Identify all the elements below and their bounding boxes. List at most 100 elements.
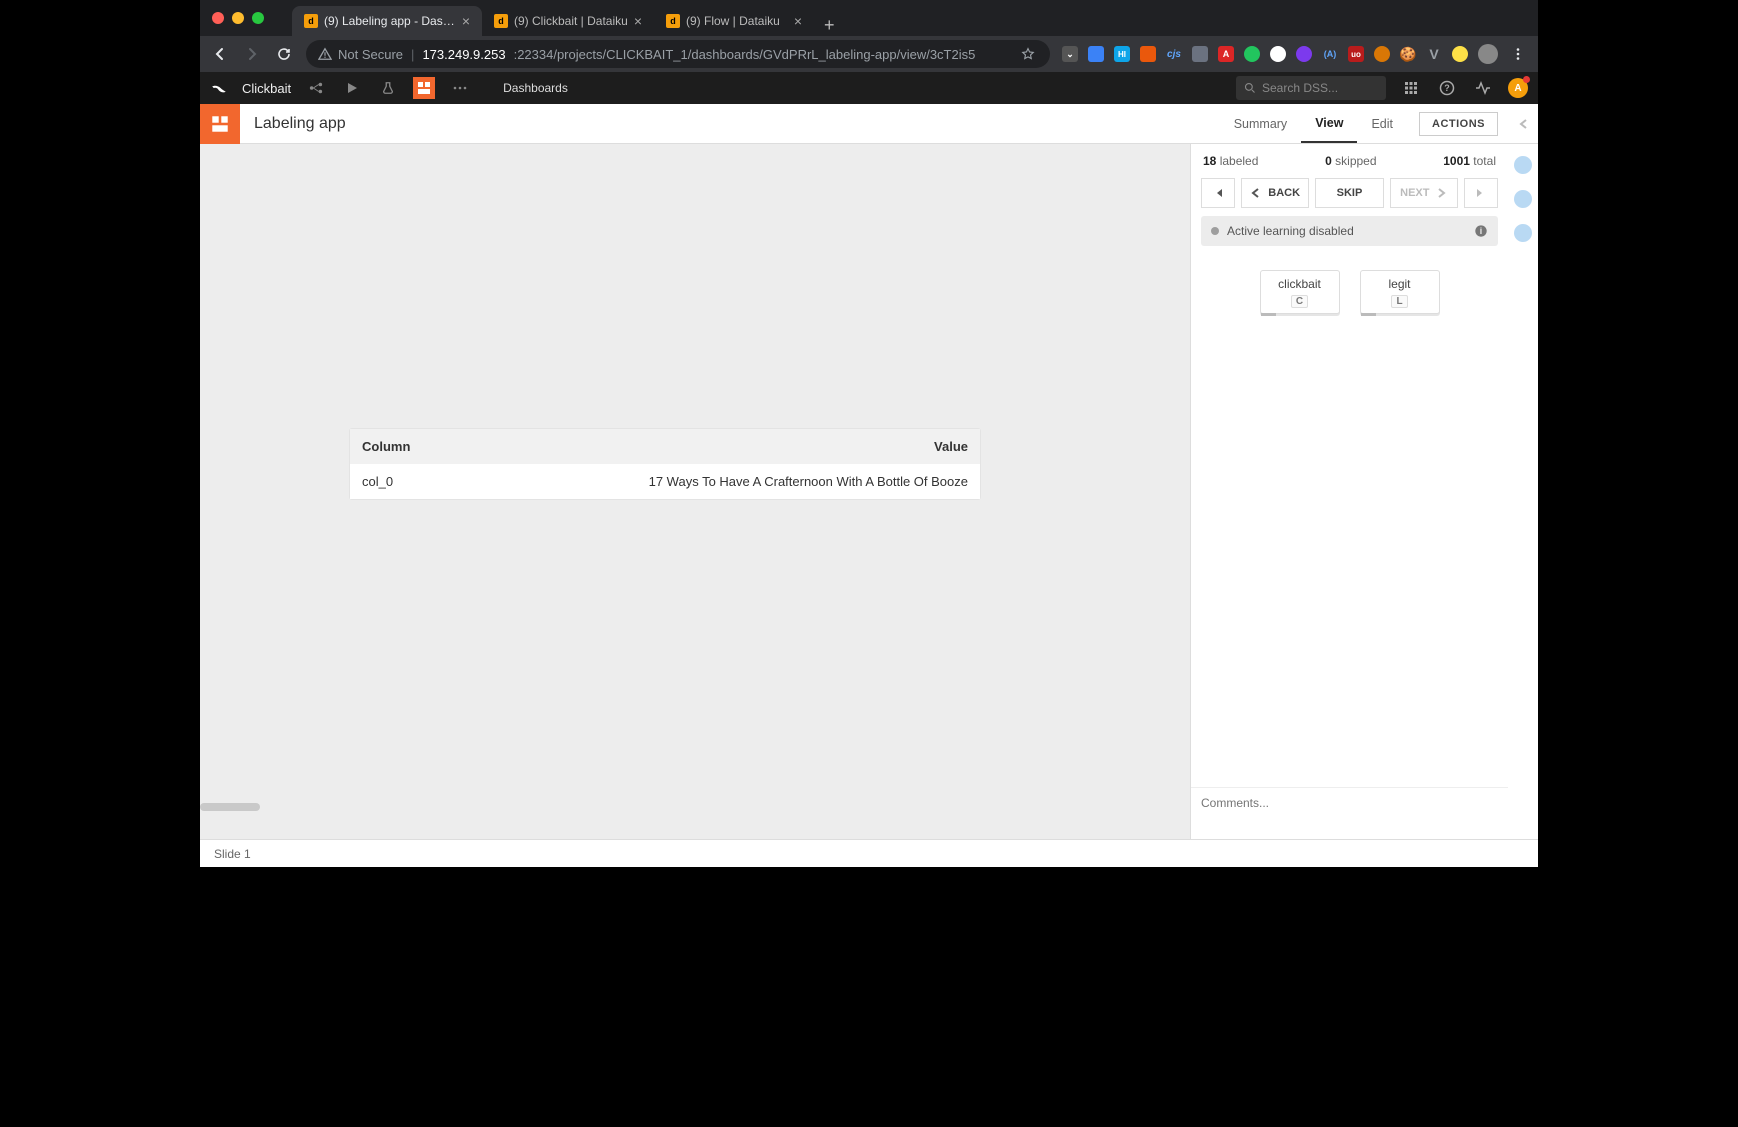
- breadcrumb[interactable]: Dashboards: [503, 81, 568, 95]
- help-icon[interactable]: ?: [1436, 77, 1458, 99]
- total-count: 1001: [1443, 154, 1470, 168]
- security-label: Not Secure: [338, 47, 403, 62]
- ext-icon[interactable]: [1374, 46, 1390, 62]
- labeled-label: labeled: [1220, 154, 1259, 168]
- dashboard-canvas[interactable]: Column Value col_0 17 Ways To Have A Cra…: [200, 144, 1190, 839]
- forward-icon: [242, 44, 262, 64]
- window-zoom[interactable]: [252, 12, 264, 24]
- favicon-icon: d: [494, 14, 508, 28]
- label-name: legit: [1361, 277, 1439, 291]
- activity-icon[interactable]: [1472, 77, 1494, 99]
- cell-column: col_0: [350, 464, 460, 499]
- svg-text:?: ?: [1444, 83, 1450, 93]
- skipped-count: 0: [1325, 154, 1332, 168]
- back-button[interactable]: BACK: [1241, 178, 1309, 208]
- status-dot-icon: [1211, 227, 1219, 235]
- url-host: 173.249.9.253: [422, 47, 505, 62]
- ext-icon[interactable]: [1088, 46, 1104, 62]
- ext-icon[interactable]: 🍪: [1400, 46, 1416, 62]
- browser-tab[interactable]: d (9) Labeling app - Dashboard ×: [292, 6, 482, 36]
- new-tab-button[interactable]: +: [814, 15, 845, 36]
- more-icon[interactable]: [449, 77, 471, 99]
- collapse-icon[interactable]: [1510, 104, 1538, 144]
- browser-tab[interactable]: d (9) Flow | Dataiku ×: [654, 6, 814, 36]
- user-avatar[interactable]: A: [1508, 78, 1528, 98]
- total-label: total: [1473, 154, 1496, 168]
- tab-summary[interactable]: Summary: [1220, 104, 1301, 143]
- project-name[interactable]: Clickbait: [242, 81, 291, 96]
- back-label: BACK: [1268, 187, 1300, 199]
- close-icon[interactable]: ×: [634, 14, 642, 28]
- label-hotkey: C: [1291, 295, 1308, 308]
- search-placeholder: Search DSS...: [1262, 81, 1338, 95]
- profile-avatar[interactable]: [1478, 44, 1498, 64]
- scrollbar-horizontal[interactable]: [200, 803, 260, 811]
- address-bar[interactable]: Not Secure | 173.249.9.253:22334/project…: [306, 40, 1050, 68]
- tab-title: (9) Flow | Dataiku: [686, 14, 788, 28]
- side-info-icon[interactable]: [1514, 190, 1532, 208]
- active-learning-status: Active learning disabled i: [1201, 216, 1498, 246]
- page-title: Labeling app: [240, 115, 346, 133]
- star-icon[interactable]: [1018, 44, 1038, 64]
- lab-icon[interactable]: [377, 77, 399, 99]
- ext-icon[interactable]: A: [1218, 46, 1234, 62]
- ext-icon[interactable]: cjs: [1166, 46, 1182, 62]
- window-close[interactable]: [212, 12, 224, 24]
- close-icon[interactable]: ×: [794, 14, 802, 28]
- apps-icon[interactable]: [1400, 77, 1422, 99]
- dashboard-icon[interactable]: [413, 77, 435, 99]
- skip-label: SKIP: [1337, 187, 1363, 199]
- dataiku-logo-icon[interactable]: [210, 79, 228, 97]
- side-add-icon[interactable]: [1514, 156, 1532, 174]
- actions-button[interactable]: ACTIONS: [1419, 112, 1498, 136]
- comments-input[interactable]: [1191, 788, 1508, 834]
- skip-button[interactable]: SKIP: [1315, 178, 1383, 208]
- tab-view[interactable]: View: [1301, 104, 1357, 143]
- label-button-clickbait[interactable]: clickbait C: [1260, 270, 1340, 314]
- tab-edit[interactable]: Edit: [1357, 104, 1407, 143]
- ext-icon[interactable]: [1140, 46, 1156, 62]
- window-minimize[interactable]: [232, 12, 244, 24]
- cell-value: 17 Ways To Have A Crafternoon With A Bot…: [460, 464, 980, 499]
- search-input[interactable]: Search DSS...: [1236, 76, 1386, 100]
- ext-icon[interactable]: [1452, 46, 1468, 62]
- tab-title: (9) Clickbait | Dataiku: [514, 14, 628, 28]
- tab-title: (9) Labeling app - Dashboard: [324, 14, 456, 28]
- ext-icon[interactable]: (A): [1322, 46, 1338, 62]
- ext-icon[interactable]: HI: [1114, 46, 1130, 62]
- kebab-icon[interactable]: [1508, 44, 1528, 64]
- label-hotkey: L: [1391, 295, 1407, 308]
- browser-tab[interactable]: d (9) Clickbait | Dataiku ×: [482, 6, 654, 36]
- ext-icon[interactable]: [1244, 46, 1260, 62]
- close-icon[interactable]: ×: [462, 14, 470, 28]
- slide-indicator[interactable]: Slide 1: [214, 847, 251, 861]
- last-button[interactable]: [1464, 178, 1498, 208]
- al-status-text: Active learning disabled: [1227, 224, 1354, 238]
- ext-icon[interactable]: ⌄: [1062, 46, 1078, 62]
- favicon-icon: d: [304, 14, 318, 28]
- ext-icon[interactable]: [1296, 46, 1312, 62]
- col-header: Value: [460, 429, 980, 464]
- ext-icon[interactable]: uo: [1348, 46, 1364, 62]
- back-icon[interactable]: [210, 44, 230, 64]
- play-icon[interactable]: [341, 77, 363, 99]
- first-button[interactable]: [1201, 178, 1235, 208]
- labeled-count: 18: [1203, 154, 1216, 168]
- ext-icon[interactable]: [1270, 46, 1286, 62]
- labeling-panel: 18 labeled 0 skipped 1001 total BACK SKI…: [1190, 144, 1508, 839]
- ext-icon[interactable]: [1192, 46, 1208, 62]
- flow-icon[interactable]: [305, 77, 327, 99]
- record-card: Column Value col_0 17 Ways To Have A Cra…: [350, 429, 980, 499]
- label-name: clickbait: [1261, 277, 1339, 291]
- ext-icon[interactable]: V: [1426, 46, 1442, 62]
- side-chat-icon[interactable]: [1514, 224, 1532, 242]
- next-button[interactable]: NEXT: [1390, 178, 1458, 208]
- reload-icon[interactable]: [274, 44, 294, 64]
- svg-text:i: i: [1480, 226, 1482, 236]
- extensions-tray: ⌄ HI cjs A (A) uo 🍪 V: [1062, 44, 1528, 64]
- info-icon[interactable]: i: [1474, 224, 1488, 238]
- label-button-legit[interactable]: legit L: [1360, 270, 1440, 314]
- dashboard-glyph-icon: [200, 104, 240, 144]
- insecure-icon: Not Secure: [318, 47, 403, 62]
- url-path: :22334/projects/CLICKBAIT_1/dashboards/G…: [514, 47, 976, 62]
